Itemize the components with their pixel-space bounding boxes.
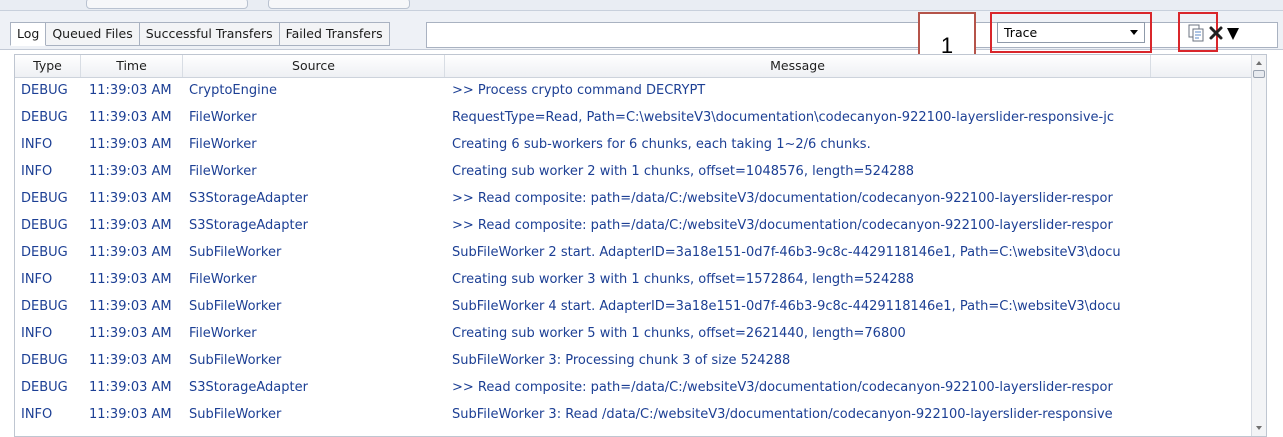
table-row[interactable]: DEBUG 11:39:03 AM S3StorageAdapter >> Read … — [15, 212, 1252, 239]
table-row[interactable]: INFO 11:39:03 AM FileWorker Creating sub wo… — [15, 266, 1252, 293]
log-message-cell: >> Process crypto command DECRYPT — [452, 83, 706, 98]
log-message-cell: SubFileWorker 2 start. AdapterID=3a18e15… — [452, 245, 1121, 260]
table-row[interactable]: DEBUG 11:39:03 AM SubFileWorker SubFileWork… — [15, 239, 1252, 266]
log-type-cell: INFO — [21, 164, 53, 179]
log-message-cell: RequestType=Read, Path=C:\websiteV3\docu… — [452, 110, 1114, 125]
log-type-cell: DEBUG — [21, 299, 68, 314]
chevron-down-icon — [1130, 30, 1138, 35]
log-source-cell: S3StorageAdapter — [189, 218, 308, 233]
tab-failed-transfers[interactable]: Failed Transfers — [279, 22, 390, 46]
scrollbar-thumb[interactable] — [1253, 70, 1265, 78]
log-time-cell: 11:39:03 AM — [89, 137, 172, 152]
log-table-header: Type Time Source Message — [15, 55, 1252, 78]
log-time-cell: 11:39:03 AM — [89, 272, 172, 287]
clear-icon — [1209, 26, 1223, 40]
table-row[interactable]: DEBUG 11:39:03 AM CryptoEngine >> Process c… — [15, 77, 1252, 104]
top-control — [86, 0, 248, 9]
log-type-cell: INFO — [21, 326, 53, 341]
log-level-dropdown[interactable]: Trace — [997, 22, 1145, 43]
log-source-cell: SubFileWorker — [189, 353, 282, 368]
log-time-cell: 11:39:03 AM — [89, 326, 172, 341]
log-time-cell: 11:39:03 AM — [89, 353, 172, 368]
log-type-cell: INFO — [21, 137, 53, 152]
log-time-cell: 11:39:03 AM — [89, 110, 172, 125]
log-source-cell: S3StorageAdapter — [189, 191, 308, 206]
vertical-scrollbar[interactable] — [1251, 55, 1266, 436]
tab-queued-files[interactable]: Queued Files — [46, 22, 140, 46]
log-type-cell: DEBUG — [21, 380, 68, 395]
log-source-cell: SubFileWorker — [189, 245, 282, 260]
column-header-extra — [1151, 55, 1252, 77]
column-header-type[interactable]: Type — [15, 55, 81, 77]
log-source-cell: FileWorker — [189, 137, 257, 152]
log-type-cell: INFO — [21, 407, 53, 422]
column-header-time[interactable]: Time — [81, 55, 183, 77]
column-header-message[interactable]: Message — [445, 55, 1151, 77]
log-message-cell: Creating sub worker 5 with 1 chunks, off… — [452, 326, 906, 341]
log-source-cell: FileWorker — [189, 164, 257, 179]
table-row[interactable]: INFO 11:39:03 AM SubFileWorker SubFileWorke… — [15, 401, 1252, 428]
log-message-cell: Creating sub worker 3 with 1 chunks, off… — [452, 272, 915, 287]
copy-icon — [1188, 24, 1204, 42]
table-row[interactable]: DEBUG 11:39:03 AM S3StorageAdapter >> Read … — [15, 374, 1252, 401]
log-message-cell: SubFileWorker 4 start. AdapterID=3a18e15… — [452, 299, 1121, 314]
log-message-cell: SubFileWorker 3: Read /data/C:/websiteV3… — [452, 407, 1113, 422]
log-type-cell: INFO — [21, 272, 53, 287]
log-source-cell: SubFileWorker — [189, 299, 282, 314]
table-row[interactable]: INFO 11:39:03 AM FileWorker Creating sub wo… — [15, 320, 1252, 347]
table-row[interactable]: DEBUG 11:39:03 AM S3StorageAdapter >> Read … — [15, 185, 1252, 212]
column-header-source[interactable]: Source — [183, 55, 445, 77]
menu-dropdown-icon — [1227, 28, 1239, 40]
log-message-cell: Creating 6 sub-workers for 6 chunks, eac… — [452, 137, 871, 152]
log-table: Type Time Source Message DEBUG 11:39:03 A… — [14, 54, 1267, 437]
log-time-cell: 11:39:03 AM — [89, 245, 172, 260]
log-type-cell: DEBUG — [21, 83, 68, 98]
log-source-cell: FileWorker — [189, 110, 257, 125]
log-message-cell: Creating sub worker 2 with 1 chunks, off… — [452, 164, 915, 179]
log-source-cell: SubFileWorker — [189, 407, 282, 422]
log-message-cell: SubFileWorker 3: Processing chunk 3 of s… — [452, 353, 791, 368]
log-message-cell: >> Read composite: path=/data/C:/website… — [452, 191, 1113, 206]
log-type-cell: DEBUG — [21, 110, 68, 125]
tab-log[interactable]: Log — [10, 22, 47, 46]
copy-button[interactable] — [1186, 23, 1206, 43]
top-control — [268, 0, 410, 9]
table-row[interactable]: INFO 11:39:03 AM FileWorker Creating sub wo… — [15, 158, 1252, 185]
tab-successful-transfers[interactable]: Successful Transfers — [139, 22, 280, 46]
log-source-cell: FileWorker — [189, 326, 257, 341]
log-source-cell: S3StorageAdapter — [189, 380, 308, 395]
log-type-cell: DEBUG — [21, 245, 68, 260]
log-level-value: Trace — [1004, 25, 1038, 40]
log-type-cell: DEBUG — [21, 353, 68, 368]
log-message-cell: >> Read composite: path=/data/C:/website… — [452, 380, 1113, 395]
scroll-down-icon[interactable] — [1256, 426, 1262, 430]
log-time-cell: 11:39:03 AM — [89, 83, 172, 98]
log-time-cell: 11:39:03 AM — [89, 191, 172, 206]
table-row[interactable]: DEBUG 11:39:03 AM SubFileWorker SubFileWork… — [15, 347, 1252, 374]
log-type-cell: DEBUG — [21, 191, 68, 206]
log-message-cell: >> Read composite: path=/data/C:/website… — [452, 218, 1113, 233]
tab-bar: Log Queued Files Successful Transfers Fa… — [10, 22, 390, 46]
table-row[interactable]: DEBUG 11:39:03 AM SubFileWorker SubFileWork… — [15, 293, 1252, 320]
log-time-cell: 11:39:03 AM — [89, 407, 172, 422]
log-type-cell: DEBUG — [21, 218, 68, 233]
log-source-cell: FileWorker — [189, 272, 257, 287]
scroll-up-icon[interactable] — [1256, 61, 1262, 65]
panel-menu-button[interactable] — [1223, 24, 1243, 44]
log-source-cell: CryptoEngine — [189, 83, 277, 98]
log-time-cell: 11:39:03 AM — [89, 299, 172, 314]
table-row[interactable]: INFO 11:39:03 AM FileWorker Creating 6 sub-… — [15, 131, 1252, 158]
table-row[interactable]: DEBUG 11:39:03 AM FileWorker RequestType=Re… — [15, 104, 1252, 131]
window-top-strip — [0, 0, 1283, 11]
log-time-cell: 11:39:03 AM — [89, 380, 172, 395]
log-time-cell: 11:39:03 AM — [89, 164, 172, 179]
log-time-cell: 11:39:03 AM — [89, 218, 172, 233]
